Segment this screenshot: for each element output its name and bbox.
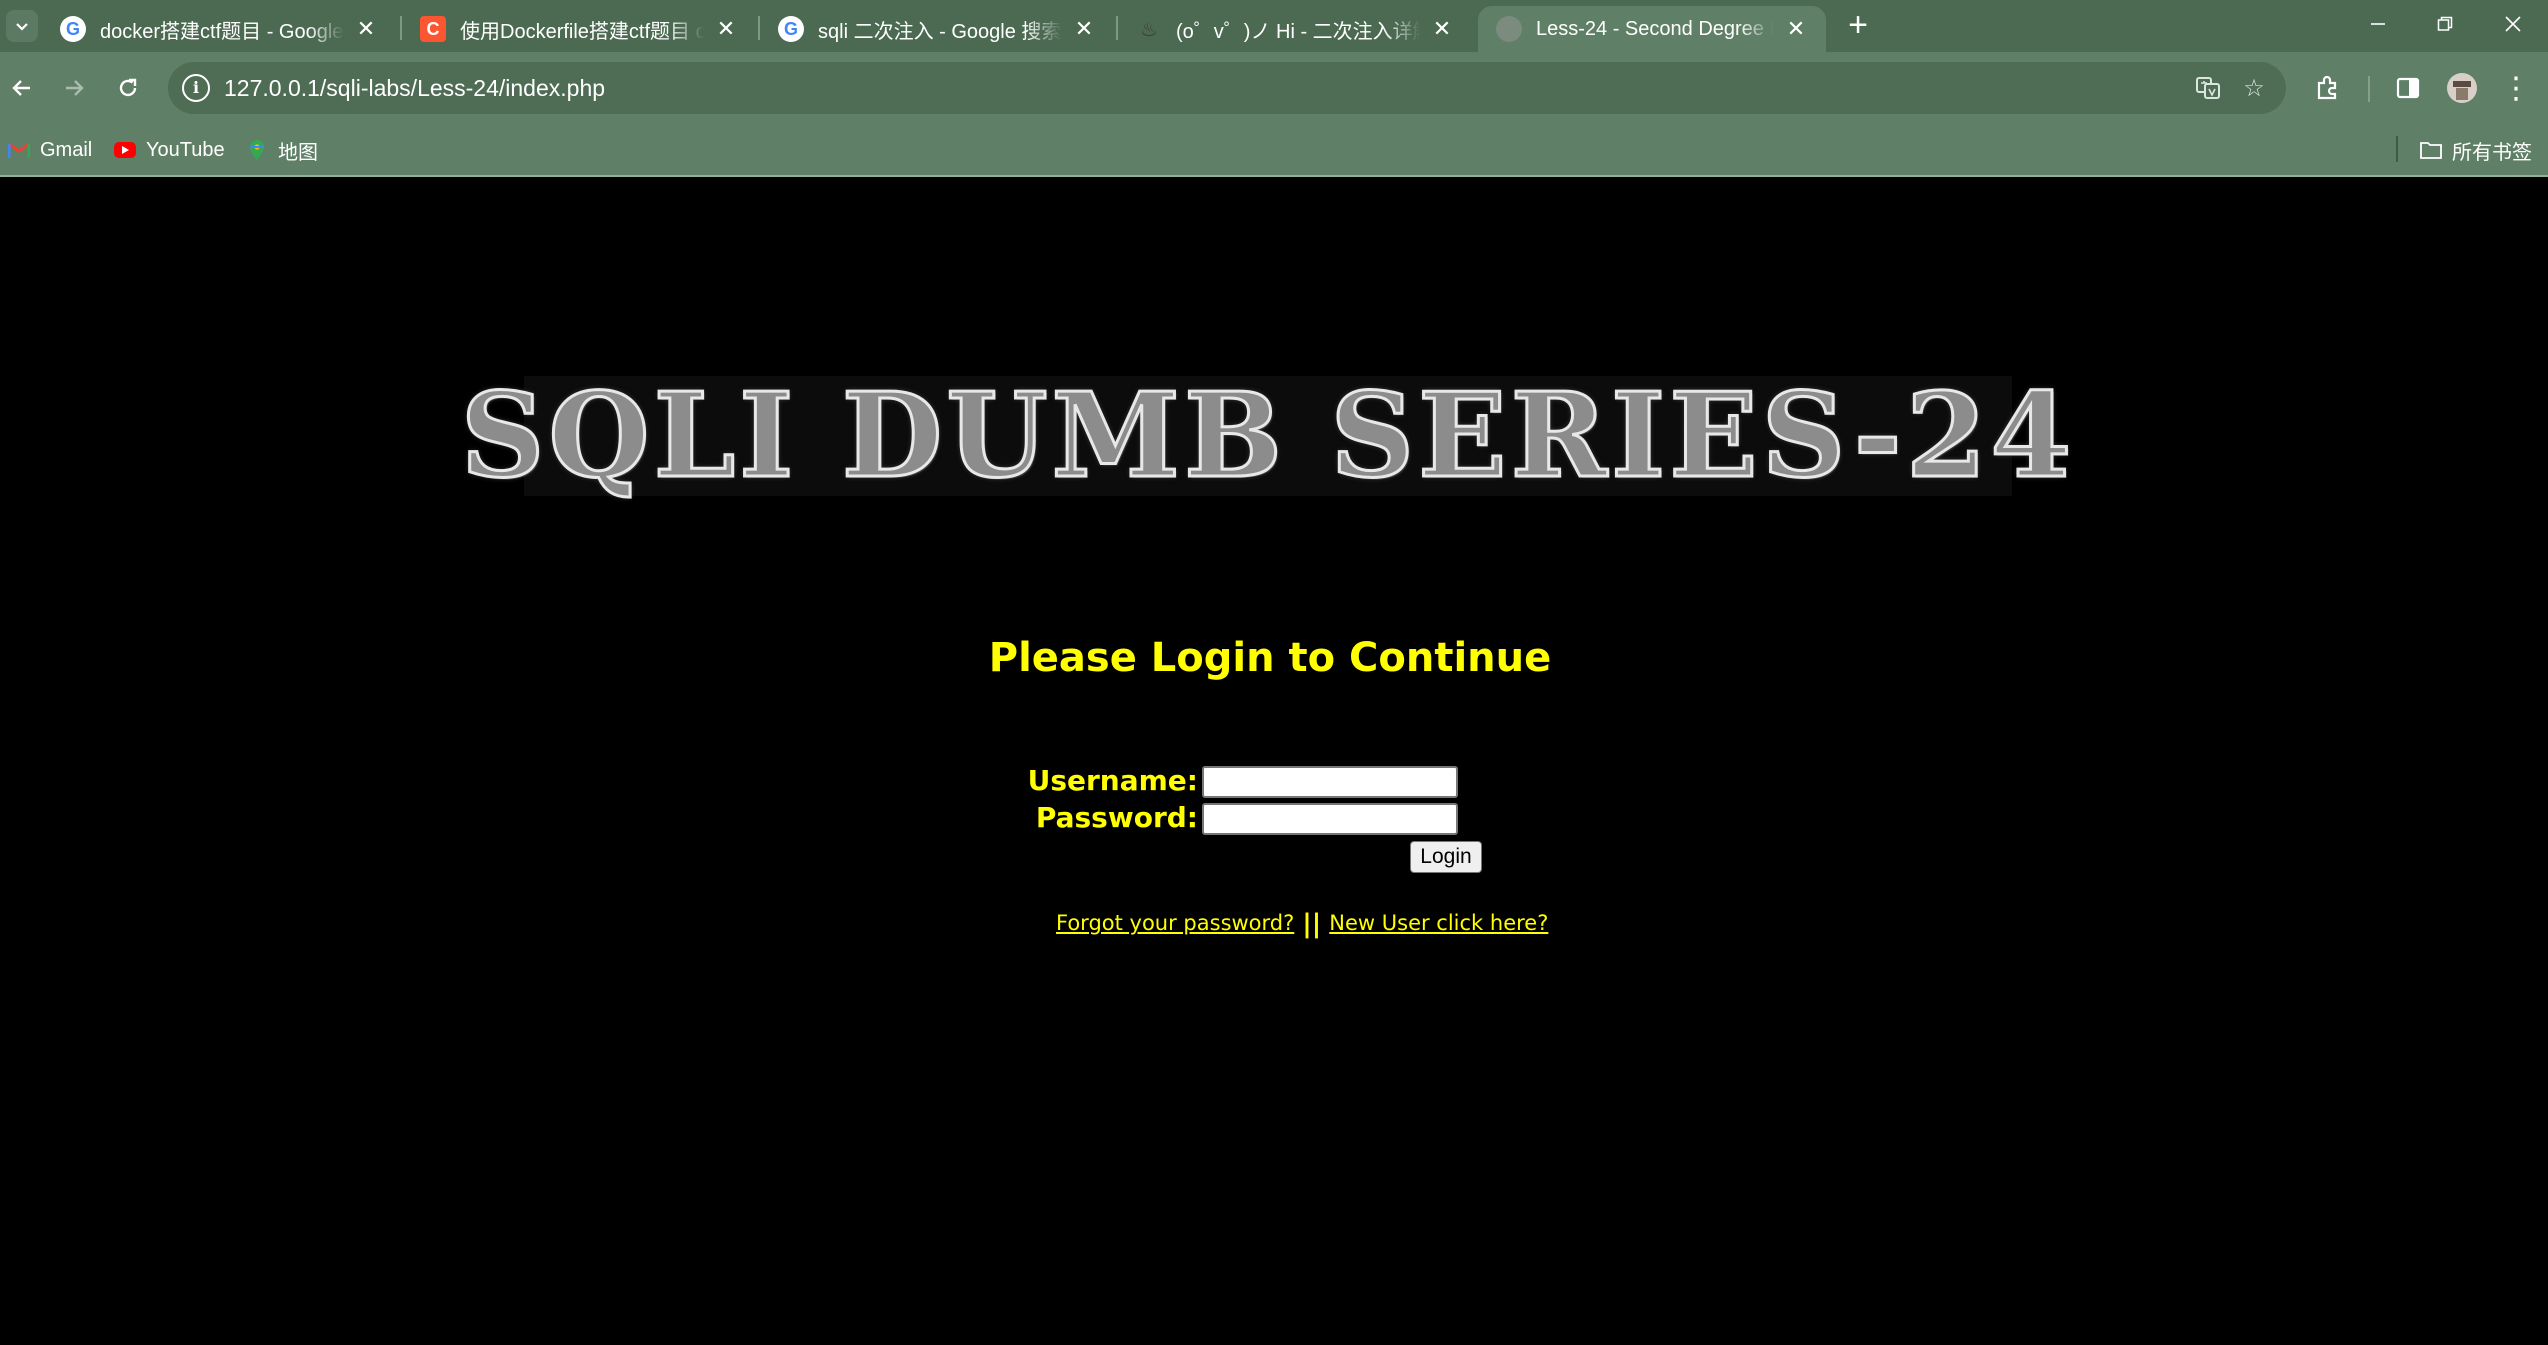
toolbar-divider [2368, 76, 2370, 102]
back-button[interactable] [0, 66, 44, 110]
restore-icon [2437, 16, 2453, 31]
forward-button[interactable] [52, 66, 96, 110]
password-input[interactable] [1202, 803, 1458, 835]
browser-chrome: G docker搭建ctf题目 - Google 搜索 ✕ C 使用Docker… [0, 0, 2548, 177]
arrow-right-icon [66, 80, 84, 96]
minimize-button[interactable] [2343, 0, 2413, 48]
login-heading: Please Login to Continue [988, 635, 1552, 681]
tab-title: (o゜v゜)ノ Hi - 二次注入详解 [1176, 20, 1420, 43]
side-panel-icon[interactable] [2390, 70, 2426, 106]
tab-title: Less-24 - Second Degree Injections [1536, 17, 1774, 40]
gmail-icon [8, 139, 30, 161]
banner-text: SQLI DUMB SERIES-24 [459, 367, 2076, 506]
site-info-icon[interactable]: i [182, 74, 210, 102]
bookmarks-divider [2396, 136, 2398, 162]
reload-button[interactable] [106, 66, 150, 110]
google-icon: G [778, 16, 804, 42]
arrow-left-icon [12, 80, 30, 96]
close-icon[interactable]: ✕ [1070, 15, 1098, 43]
browser-toolbar: i 127.0.0.1/sqli-labs/Less-24/index.php … [0, 52, 2548, 124]
csdn-icon: C [420, 16, 446, 42]
reload-icon [119, 78, 137, 97]
bookmark-label: 地图 [278, 141, 318, 164]
star-icon[interactable]: ☆ [2238, 72, 2270, 104]
bookmark-label: Gmail [40, 138, 93, 161]
all-bookmarks-button[interactable]: 所有书签 [2420, 134, 2532, 166]
globe-icon [1496, 16, 1522, 42]
site-icon: ♨ [1140, 18, 1158, 41]
restore-button[interactable] [2410, 0, 2480, 48]
close-icon[interactable]: ✕ [1428, 15, 1456, 43]
bookmarks-bar: Gmail YouTube 地图 所有书签 [0, 124, 2548, 176]
series-banner-image: SQLI DUMB SERIES-24 [459, 367, 2072, 506]
tab-sqli-search[interactable]: G sqli 二次注入 - Google 搜索 ✕ [760, 6, 1114, 52]
address-bar[interactable]: i 127.0.0.1/sqli-labs/Less-24/index.php … [168, 62, 2286, 114]
chevron-down-icon [16, 23, 28, 31]
url-text[interactable]: 127.0.0.1/sqli-labs/Less-24/index.php [224, 75, 605, 102]
close-icon[interactable]: ✕ [1782, 15, 1810, 43]
translate-icon[interactable] [2192, 72, 2224, 104]
youtube-icon [114, 142, 136, 158]
login-button[interactable]: Login [1410, 841, 1482, 873]
bookmark-maps[interactable]: 地图 [246, 134, 318, 166]
tab-less-24[interactable]: Less-24 - Second Degree Injections ✕ [1478, 6, 1826, 52]
tab-title: 使用Dockerfile搭建ctf题目 ctf [460, 20, 704, 43]
close-icon[interactable]: ✕ [352, 15, 380, 43]
maps-icon [246, 139, 268, 161]
all-bookmarks-label: 所有书签 [2452, 141, 2532, 164]
tab-second-order-article[interactable]: ♨ (o゜v゜)ノ Hi - 二次注入详解 ✕ [1118, 6, 1472, 52]
bookmark-gmail[interactable]: Gmail [8, 134, 92, 166]
tab-search-button[interactable] [6, 10, 38, 42]
new-user-link[interactable]: New User click here? [1329, 911, 1548, 935]
bookmark-label: YouTube [146, 138, 225, 161]
tab-title: docker搭建ctf题目 - Google 搜索 [100, 20, 344, 43]
username-label: Username: [1027, 764, 1198, 797]
forgot-password-link[interactable]: Forgot your password? [1056, 911, 1294, 935]
bookmark-youtube[interactable]: YouTube [114, 134, 225, 166]
page-content: SQLI DUMB SERIES-24 Please Login to Cont… [0, 177, 2548, 1345]
minimize-icon [2371, 23, 2385, 25]
more-menu-icon[interactable]: ⋮ [2498, 70, 2534, 106]
folder-icon [2420, 139, 2442, 161]
account-links: Forgot your password? || New User click he… [1056, 907, 1548, 939]
tab-title: sqli 二次注入 - Google 搜索 [818, 20, 1062, 43]
tab-dockerfile-csdn[interactable]: C 使用Dockerfile搭建ctf题目 ctf ✕ [402, 6, 756, 52]
new-tab-button[interactable]: + [1840, 8, 1876, 44]
tab-docker-search[interactable]: G docker搭建ctf题目 - Google 搜索 ✕ [42, 6, 396, 52]
close-icon [2505, 16, 2521, 32]
close-icon[interactable]: ✕ [712, 15, 740, 43]
link-separator: || [1302, 909, 1322, 939]
username-input[interactable] [1202, 766, 1458, 798]
google-icon: G [60, 16, 86, 42]
extensions-icon[interactable] [2310, 70, 2346, 106]
password-label: Password: [1035, 801, 1198, 834]
tab-strip: G docker搭建ctf题目 - Google 搜索 ✕ C 使用Docker… [0, 0, 2548, 52]
profile-avatar[interactable] [2444, 70, 2480, 106]
close-window-button[interactable] [2478, 0, 2548, 48]
